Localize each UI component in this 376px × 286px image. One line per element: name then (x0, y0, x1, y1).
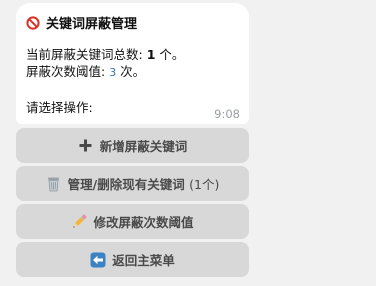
threshold-suffix: 次。 (116, 64, 146, 79)
add-keyword-label: 新增屏蔽关键词 (99, 139, 188, 154)
message-timestamp: 9:08 (214, 107, 240, 121)
prompt-text: 请选择操作: (26, 100, 93, 115)
total-keywords-label: 当前屏蔽关键词总数: (26, 47, 147, 62)
wastebasket-icon (46, 176, 62, 192)
prohibited-icon (26, 15, 40, 30)
threshold-line: 屏蔽次数阈值: 3 次。 (26, 63, 239, 81)
total-keywords-line: 当前屏蔽关键词总数: 1 个。 (26, 46, 239, 63)
total-keywords-suffix: 个。 (155, 47, 185, 62)
back-to-main-menu-label: 返回主菜单 (112, 253, 175, 268)
back-to-main-menu-button[interactable]: 返回主菜单 (16, 242, 249, 277)
manage-keywords-count: (1个) (189, 177, 220, 192)
manage-keywords-button[interactable]: 管理/删除现有关键词 (1个) (16, 166, 249, 201)
add-keyword-button[interactable]: 新增屏蔽关键词 (16, 128, 249, 163)
manage-keywords-label: 管理/删除现有关键词 (67, 177, 185, 192)
edit-threshold-button[interactable]: 修改屏蔽次数阈值 (16, 204, 249, 239)
message-title: 关键词屏蔽管理 (26, 13, 239, 32)
left-arrow-icon (90, 252, 106, 268)
pencil-icon (71, 213, 88, 230)
plus-icon (78, 138, 94, 154)
edit-threshold-label: 修改屏蔽次数阈值 (93, 215, 194, 230)
message-title-text: 关键词屏蔽管理 (46, 17, 138, 32)
threshold-label: 屏蔽次数阈值: (26, 64, 110, 79)
bot-message-bubble: 关键词屏蔽管理 当前屏蔽关键词总数: 1 个。 屏蔽次数阈值: 3 次。 请选择… (16, 3, 249, 124)
